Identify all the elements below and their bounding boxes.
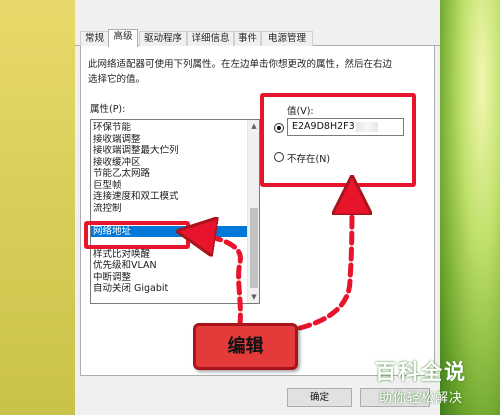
watermark-title: 百科全说	[375, 360, 467, 384]
arrow-to-network-address	[196, 234, 243, 328]
ok-button[interactable]: 确定	[287, 388, 352, 407]
arrow-to-value-panel	[297, 195, 352, 331]
tab-advanced[interactable]: 高级	[108, 29, 138, 47]
edit-callout-text: 编辑	[227, 336, 264, 357]
edit-callout: 编辑	[193, 323, 298, 370]
tab-advanced-label: 高级	[113, 31, 133, 42]
watermark-subtitle: 助你轻松解决	[379, 391, 464, 406]
